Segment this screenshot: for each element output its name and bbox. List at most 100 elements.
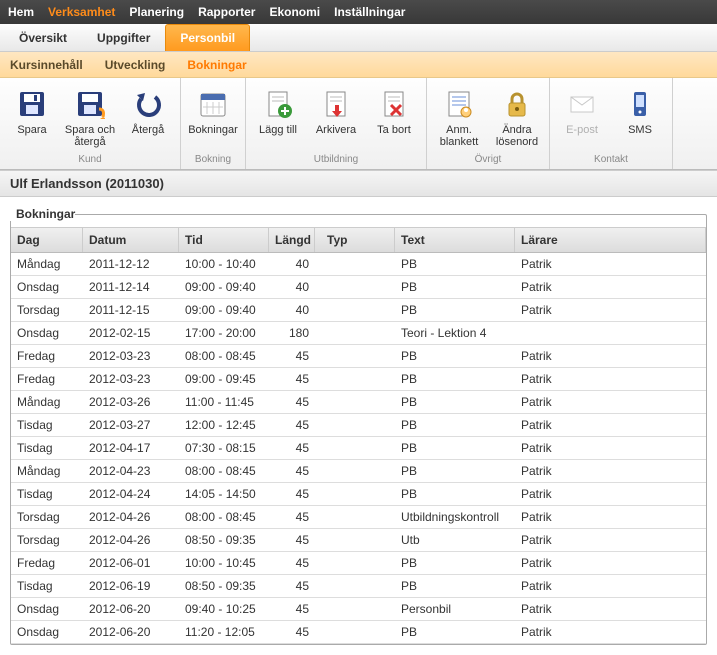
lock-icon <box>501 88 533 120</box>
change-password-button-label: Ändra lösenord <box>491 124 543 148</box>
cell: 40 <box>269 276 315 298</box>
grid-title: Bokningar <box>10 207 75 221</box>
ribbon-group-label: Kontakt <box>594 154 628 167</box>
cell: 2012-04-23 <box>83 460 179 482</box>
table-row[interactable]: Tisdag2012-06-1908:50 - 09:3545PBPatrik <box>11 575 706 598</box>
cell: PB <box>395 552 515 574</box>
table-row[interactable]: Onsdag2011-12-1409:00 - 09:4040PBPatrik <box>11 276 706 299</box>
cell: 08:50 - 09:35 <box>179 575 269 597</box>
tab-översikt[interactable]: Översikt <box>4 24 82 51</box>
cell: 45 <box>269 552 315 574</box>
menu-item-inställningar[interactable]: Inställningar <box>334 5 405 19</box>
cell: 45 <box>269 460 315 482</box>
table-row[interactable]: Tisdag2012-04-2414:05 - 14:5045PBPatrik <box>11 483 706 506</box>
tab-personbil[interactable]: Personbil <box>165 24 250 51</box>
cell: Torsdag <box>11 529 83 551</box>
bookings-button[interactable]: Bokningar <box>185 84 241 152</box>
cell: Patrik <box>515 437 706 459</box>
table-row[interactable]: Torsdag2012-04-2608:00 - 08:4545Utbildni… <box>11 506 706 529</box>
add-button[interactable]: Lägg till <box>250 84 306 152</box>
table-row[interactable]: Torsdag2012-04-2608:50 - 09:3545UtbPatri… <box>11 529 706 552</box>
cell: Patrik <box>515 299 706 321</box>
cell: Onsdag <box>11 276 83 298</box>
table-row[interactable]: Fredag2012-03-2308:00 - 08:4545PBPatrik <box>11 345 706 368</box>
cell: Patrik <box>515 460 706 482</box>
menu-item-planering[interactable]: Planering <box>129 5 184 19</box>
cell <box>315 529 395 551</box>
table-row[interactable]: Tisdag2012-03-2712:00 - 12:4545PBPatrik <box>11 414 706 437</box>
cell: 09:00 - 09:45 <box>179 368 269 390</box>
cell: Patrik <box>515 552 706 574</box>
subtab-utveckling[interactable]: Utveckling <box>105 58 166 72</box>
phone-icon <box>624 88 656 120</box>
column-header-text[interactable]: Text <box>395 228 515 252</box>
column-header-lärare[interactable]: Lärare <box>515 228 706 252</box>
cell: 10:00 - 10:45 <box>179 552 269 574</box>
column-header-tid[interactable]: Tid <box>179 228 269 252</box>
table-row[interactable]: Onsdag2012-06-2009:40 - 10:2545Personbil… <box>11 598 706 621</box>
sms-button[interactable]: SMS <box>612 84 668 152</box>
return-button[interactable]: Återgå <box>120 84 176 152</box>
cell: 08:00 - 08:45 <box>179 506 269 528</box>
table-row[interactable]: Fredag2012-06-0110:00 - 10:4545PBPatrik <box>11 552 706 575</box>
cell: 2011-12-15 <box>83 299 179 321</box>
cell: 09:00 - 09:40 <box>179 299 269 321</box>
column-header-dag[interactable]: Dag <box>11 228 83 252</box>
table-row[interactable]: Onsdag2012-06-2011:20 - 12:0545PBPatrik <box>11 621 706 644</box>
cell: 45 <box>269 575 315 597</box>
menu-item-hem[interactable]: Hem <box>8 5 34 19</box>
email-button: E-post <box>554 84 610 152</box>
cell: 07:30 - 08:15 <box>179 437 269 459</box>
cell: 09:40 - 10:25 <box>179 598 269 620</box>
calendar-icon <box>197 88 229 120</box>
table-row[interactable]: Måndag2012-03-2611:00 - 11:4545PBPatrik <box>11 391 706 414</box>
cell <box>315 621 395 643</box>
cell: Tisdag <box>11 575 83 597</box>
table-row[interactable]: Måndag2012-04-2308:00 - 08:4545PBPatrik <box>11 460 706 483</box>
menu-item-ekonomi[interactable]: Ekonomi <box>269 5 320 19</box>
cell: Onsdag <box>11 598 83 620</box>
cell: Onsdag <box>11 322 83 344</box>
cell: Personbil <box>395 598 515 620</box>
cell: 45 <box>269 483 315 505</box>
cell: 2012-04-24 <box>83 483 179 505</box>
cell <box>315 345 395 367</box>
column-header-typ[interactable]: Typ <box>315 228 395 252</box>
cell: Fredag <box>11 345 83 367</box>
cell: Torsdag <box>11 506 83 528</box>
table-row[interactable]: Fredag2012-03-2309:00 - 09:4545PBPatrik <box>11 368 706 391</box>
save-button[interactable]: Spara <box>4 84 60 152</box>
cell: Tisdag <box>11 483 83 505</box>
column-header-datum[interactable]: Datum <box>83 228 179 252</box>
cell: 45 <box>269 391 315 413</box>
save-return-button[interactable]: Spara och återgå <box>62 84 118 152</box>
undo-icon <box>132 88 164 120</box>
cell: 2012-06-19 <box>83 575 179 597</box>
subtab-kursinnehåll[interactable]: Kursinnehåll <box>10 58 83 72</box>
column-header-längd[interactable]: Längd <box>269 228 315 252</box>
table-row[interactable]: Onsdag2012-02-1517:00 - 20:00180Teori - … <box>11 322 706 345</box>
cell: 45 <box>269 621 315 643</box>
menu-item-rapporter[interactable]: Rapporter <box>198 5 255 19</box>
menu-item-verksamhet[interactable]: Verksamhet <box>48 5 115 19</box>
form-button[interactable]: Anm. blankett <box>431 84 487 152</box>
change-password-button[interactable]: Ändra lösenord <box>489 84 545 152</box>
delete-button[interactable]: Ta bort <box>366 84 422 152</box>
ribbon-group-kontakt: E-postSMS Kontakt <box>550 78 673 169</box>
cell: PB <box>395 253 515 275</box>
table-row[interactable]: Torsdag2011-12-1509:00 - 09:4040PBPatrik <box>11 299 706 322</box>
table-row[interactable]: Tisdag2012-04-1707:30 - 08:1545PBPatrik <box>11 437 706 460</box>
cell: 08:00 - 08:45 <box>179 345 269 367</box>
cell <box>315 276 395 298</box>
cell: 45 <box>269 437 315 459</box>
cell: PB <box>395 460 515 482</box>
subtab-bokningar[interactable]: Bokningar <box>187 58 246 72</box>
tab-uppgifter[interactable]: Uppgifter <box>82 24 165 51</box>
floppy-arrow-icon <box>74 88 106 120</box>
archive-button[interactable]: Arkivera <box>308 84 364 152</box>
cell: PB <box>395 483 515 505</box>
cell <box>315 552 395 574</box>
table-row[interactable]: Måndag2011-12-1210:00 - 10:4040PBPatrik <box>11 253 706 276</box>
cell: 17:00 - 20:00 <box>179 322 269 344</box>
cell <box>515 322 706 344</box>
